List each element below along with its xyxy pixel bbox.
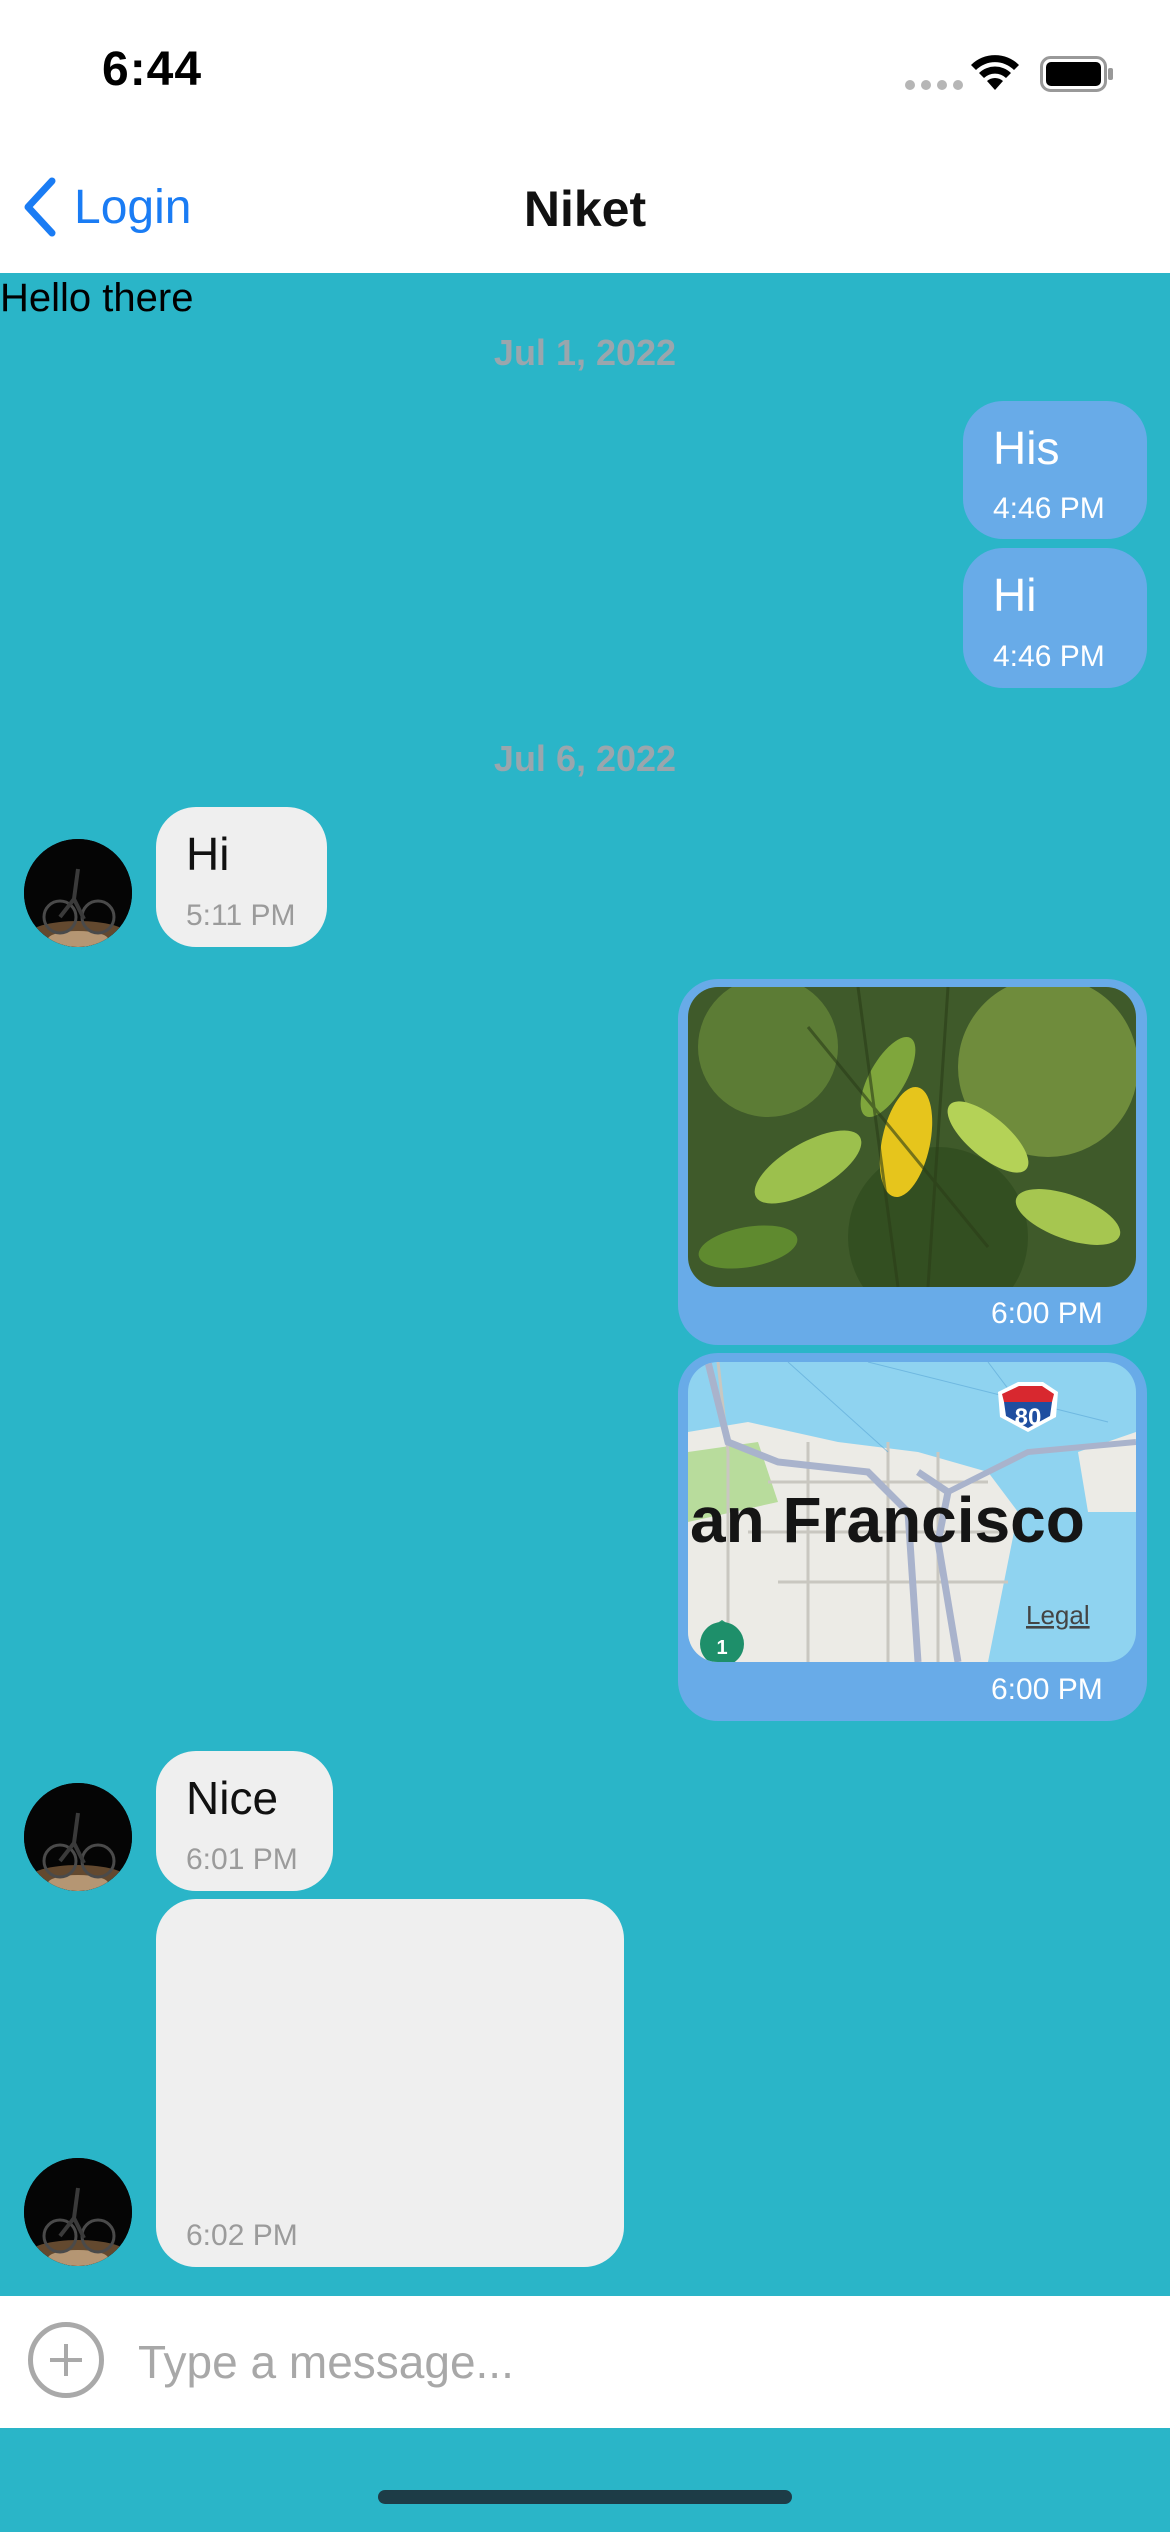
map-legal-link[interactable]: Legal	[1026, 1600, 1090, 1630]
home-indicator[interactable]	[378, 2490, 792, 2504]
avatar-image	[24, 1783, 132, 1891]
interstate-80-shield: 80	[1015, 1404, 1042, 1431]
outgoing-image-message[interactable]: 6:00 PM	[678, 979, 1147, 1345]
message-time: 4:46 PM	[993, 492, 1105, 525]
message-time: 6:02 PM	[186, 2219, 298, 2252]
message-text: Hi	[993, 569, 1037, 621]
avatar-image	[24, 839, 132, 947]
map-attachment[interactable]: 80 an Francisco 1 Legal	[688, 1362, 1136, 1662]
map-city-label: an Francisco	[690, 1484, 1085, 1556]
navigation-bar: Login Niket	[0, 150, 1170, 273]
outgoing-message[interactable]: His 4:46 PM	[963, 401, 1147, 539]
photo-attachment[interactable]	[688, 987, 1136, 1287]
chat-header-text: Hello there	[0, 276, 194, 320]
date-separator: Jul 1, 2022	[493, 332, 677, 373]
incoming-media-message[interactable]: 6:02 PM	[156, 1899, 624, 2267]
battery-icon	[1040, 56, 1113, 92]
incoming-message[interactable]: Nice 6:01 PM	[156, 1751, 333, 1891]
wifi-icon	[971, 55, 1019, 90]
avatar[interactable]	[24, 1783, 132, 1891]
map-preview: 80 an Francisco 1 Legal	[688, 1362, 1136, 1662]
date-separator: Jul 6, 2022	[493, 738, 677, 779]
message-text: His	[993, 422, 1060, 474]
status-bar: 6:44	[0, 0, 1170, 150]
leaves-photo	[688, 987, 1136, 1287]
incoming-message[interactable]: Hi 5:11 PM	[156, 807, 327, 947]
avatar[interactable]	[24, 2158, 132, 2266]
page-title: Niket	[523, 181, 647, 237]
add-attachment-button[interactable]	[28, 2322, 104, 2398]
cellular-signal-icon	[905, 80, 963, 90]
message-time: 6:01 PM	[186, 1843, 298, 1876]
message-text: Nice	[186, 1772, 279, 1824]
route-1-shield: 1	[716, 1637, 727, 1659]
avatar-image	[24, 2158, 132, 2266]
message-input[interactable]	[136, 2316, 1130, 2408]
message-text: Hi	[186, 828, 230, 880]
message-time: 6:00 PM	[991, 1297, 1103, 1330]
outgoing-message[interactable]: Hi 4:46 PM	[963, 548, 1147, 688]
status-time: 6:44	[102, 43, 203, 96]
message-time: 4:46 PM	[993, 640, 1105, 673]
message-composer	[0, 2296, 1170, 2428]
avatar[interactable]	[24, 839, 132, 947]
outgoing-location-message[interactable]: 80 an Francisco 1 Legal 6:00 PM	[678, 1353, 1147, 1721]
message-time: 6:00 PM	[991, 1673, 1103, 1706]
message-time: 5:11 PM	[186, 899, 296, 932]
